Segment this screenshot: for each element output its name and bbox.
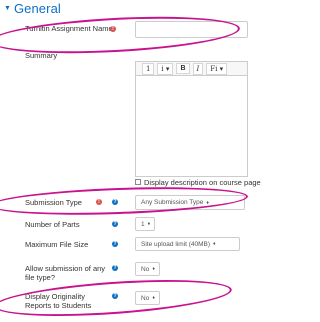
editor-toolbar: 1 i ▾ B I Fi ▾ bbox=[135, 61, 248, 75]
originality-reports-value: No bbox=[141, 294, 150, 302]
summary-label: Summary bbox=[25, 51, 58, 60]
submission-type-label: Submission Type bbox=[25, 198, 82, 207]
dropdown-caret-icon: ♦ bbox=[152, 266, 155, 272]
assignment-name-label: Turnitin Assignment Name bbox=[25, 24, 113, 33]
originality-reports-label: Display Originality Reports to Students bbox=[25, 292, 92, 310]
dropdown-caret-icon: ♦ bbox=[206, 199, 209, 206]
number-of-parts-value: 1 bbox=[141, 220, 145, 228]
dropdown-caret-icon: ♦ bbox=[147, 221, 151, 227]
dropdown-caret-icon: ♦ bbox=[213, 241, 216, 247]
allow-any-file-value: No bbox=[141, 265, 150, 273]
section-title: General bbox=[13, 0, 61, 16]
toolbar-font-button[interactable]: Fi ▾ bbox=[206, 62, 228, 75]
section-header-general[interactable]: ▼ General bbox=[4, 0, 61, 16]
required-icon: ! bbox=[110, 26, 116, 32]
required-icon: ! bbox=[96, 199, 102, 205]
dropdown-caret-icon: ♦ bbox=[152, 295, 155, 301]
summary-editor[interactable] bbox=[135, 75, 248, 177]
max-file-size-value: Site upload limit (40MB) bbox=[141, 240, 210, 248]
allow-any-file-select[interactable]: No ♦ bbox=[135, 262, 160, 276]
toolbar-block-button[interactable]: 1 bbox=[142, 62, 155, 75]
help-icon[interactable]: ? bbox=[112, 293, 118, 299]
chevron-down-icon[interactable]: ▼ bbox=[4, 5, 11, 12]
help-icon[interactable]: ? bbox=[112, 199, 118, 205]
help-icon[interactable]: ? bbox=[112, 265, 118, 271]
help-icon[interactable]: ? bbox=[112, 241, 118, 247]
max-file-size-select[interactable]: Site upload limit (40MB) ♦ bbox=[135, 237, 240, 251]
help-icon[interactable]: ? bbox=[112, 221, 118, 227]
toolbar-italic-button[interactable]: I bbox=[192, 62, 204, 75]
toolbar-info-button[interactable]: i ▾ bbox=[157, 62, 174, 75]
number-of-parts-label: Number of Parts bbox=[25, 220, 80, 229]
submission-type-value: Any Submission Type bbox=[141, 199, 204, 206]
allow-any-file-label: Allow submission of any file type? bbox=[25, 264, 106, 282]
max-file-size-label: Maximum File Size bbox=[25, 240, 89, 249]
display-description-label: Display description on course page bbox=[144, 178, 261, 187]
originality-reports-select[interactable]: No ♦ bbox=[135, 291, 160, 305]
submission-type-select[interactable]: Any Submission Type ♦ bbox=[135, 195, 245, 210]
toolbar-bold-button[interactable]: B bbox=[176, 63, 190, 74]
assignment-name-input[interactable] bbox=[135, 21, 248, 38]
display-description-checkbox[interactable] bbox=[135, 179, 141, 185]
number-of-parts-select[interactable]: 1 ♦ bbox=[135, 217, 155, 231]
